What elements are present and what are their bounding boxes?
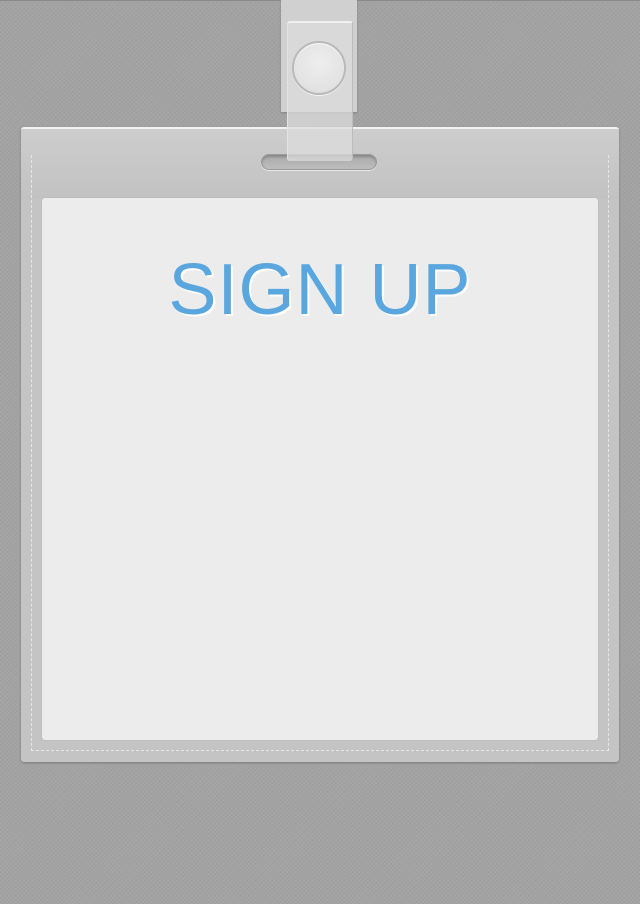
page-title: SIGN UP bbox=[168, 250, 472, 330]
signup-card: SIGN UP bbox=[42, 198, 598, 740]
snap-button-icon bbox=[292, 41, 346, 95]
